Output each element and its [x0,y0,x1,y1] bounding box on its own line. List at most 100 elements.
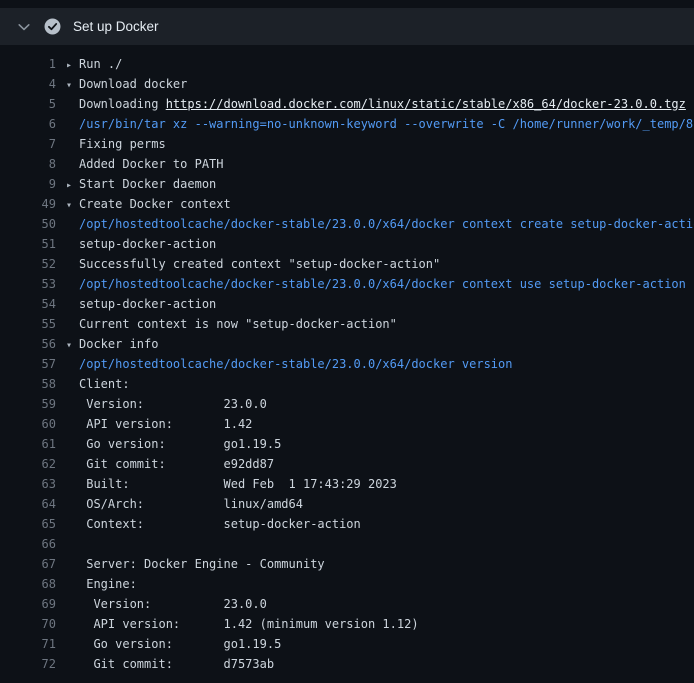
log-line: 69 Version: 23.0.0 [8,594,694,614]
log-line: 7 Fixing perms [8,134,694,154]
line-content: Git commit: e92dd87 [66,454,694,474]
log-text: setup-docker-action [79,237,216,251]
group-chevron-expanded-icon[interactable]: ▾ [66,336,79,354]
line-number[interactable]: 5 [8,94,56,114]
line-number[interactable]: 7 [8,134,56,154]
line-number[interactable]: 67 [8,554,56,574]
log-group-line[interactable]: 1 ▸Run ./ [8,54,694,74]
line-content: Successfully created context "setup-dock… [66,254,694,274]
line-content: Version: 23.0.0 [66,594,694,614]
line-content: Server: Docker Engine - Community [66,554,694,574]
line-content: Go version: go1.19.5 [66,634,694,654]
log-text: Added Docker to PATH [79,157,224,171]
log-text: Downloading [79,97,166,111]
step-header[interactable]: Set up Docker [0,8,694,45]
line-content: Added Docker to PATH [66,154,694,174]
line-number[interactable]: 56 [8,334,56,354]
group-chevron-expanded-icon[interactable]: ▾ [66,196,79,214]
line-number[interactable]: 54 [8,294,56,314]
line-content [66,534,694,554]
log-text: Version: 23.0.0 [79,397,267,411]
log-line: 52 Successfully created context "setup-do… [8,254,694,274]
chevron-down-icon[interactable] [16,19,32,35]
line-number[interactable]: 62 [8,454,56,474]
line-number[interactable]: 57 [8,354,56,374]
line-number[interactable]: 66 [8,534,56,554]
log-line: 8 Added Docker to PATH [8,154,694,174]
log-group-line[interactable]: 56 ▾Docker info [8,334,694,354]
log-text: Run ./ [79,57,122,71]
line-number[interactable]: 64 [8,494,56,514]
line-content: API version: 1.42 (minimum version 1.12) [66,614,694,634]
step-title: Set up Docker [73,19,159,34]
line-number[interactable]: 63 [8,474,56,494]
log-line: 61 Go version: go1.19.5 [8,434,694,454]
line-number[interactable]: 51 [8,234,56,254]
log-line: 59 Version: 23.0.0 [8,394,694,414]
command-text: /opt/hostedtoolcache/docker-stable/23.0.… [79,217,694,231]
log-line: 58 Client: [8,374,694,394]
line-number[interactable]: 52 [8,254,56,274]
log-line: 50/opt/hostedtoolcache/docker-stable/23.… [8,214,694,234]
line-number[interactable]: 1 [8,54,56,74]
log-line: 53/opt/hostedtoolcache/docker-stable/23.… [8,274,694,294]
line-content: /usr/bin/tar xz --warning=no-unknown-key… [66,114,694,134]
log-text: OS/Arch: linux/amd64 [79,497,303,511]
log-group-line[interactable]: 49 ▾Create Docker context [8,194,694,214]
log-line: 65 Context: setup-docker-action [8,514,694,534]
group-chevron-collapsed-icon[interactable]: ▸ [66,56,79,74]
line-number[interactable]: 9 [8,174,56,194]
line-number[interactable]: 69 [8,594,56,614]
line-number[interactable]: 65 [8,514,56,534]
log-text: Go version: go1.19.5 [79,637,281,651]
line-content: Fixing perms [66,134,694,154]
command-text: /opt/hostedtoolcache/docker-stable/23.0.… [79,277,686,291]
log-text: Create Docker context [79,197,231,211]
line-number[interactable]: 70 [8,614,56,634]
line-number[interactable]: 68 [8,574,56,594]
line-number[interactable]: 60 [8,414,56,434]
line-content: /opt/hostedtoolcache/docker-stable/23.0.… [66,274,694,294]
log-url-link[interactable]: https://download.docker.com/linux/static… [166,97,686,111]
line-content: Built: Wed Feb 1 17:43:29 2023 [66,474,694,494]
line-number[interactable]: 4 [8,74,56,94]
line-content: ▾Download docker [66,74,694,94]
line-number[interactable]: 49 [8,194,56,214]
line-content: setup-docker-action [66,294,694,314]
line-content: Go version: go1.19.5 [66,434,694,454]
line-content: API version: 1.42 [66,414,694,434]
line-content: /opt/hostedtoolcache/docker-stable/23.0.… [66,354,694,374]
line-number[interactable]: 72 [8,654,56,674]
log-line: 54 setup-docker-action [8,294,694,314]
log-text: API version: 1.42 [79,417,252,431]
log-text: Version: 23.0.0 [79,597,267,611]
log-line: 57/opt/hostedtoolcache/docker-stable/23.… [8,354,694,374]
line-number[interactable]: 53 [8,274,56,294]
line-number[interactable]: 50 [8,214,56,234]
check-circle-icon [44,18,61,35]
log-line: 60 API version: 1.42 [8,414,694,434]
log-line: 67 Server: Docker Engine - Community [8,554,694,574]
log-text: Client: [79,377,130,391]
log-text: Docker info [79,337,158,351]
group-chevron-expanded-icon[interactable]: ▾ [66,76,79,94]
line-number[interactable]: 59 [8,394,56,414]
log-text: Server: Docker Engine - Community [79,557,325,571]
log-text: Fixing perms [79,137,166,151]
line-number[interactable]: 61 [8,434,56,454]
log-text: Successfully created context "setup-dock… [79,257,440,271]
log-text: Start Docker daemon [79,177,216,191]
line-number[interactable]: 58 [8,374,56,394]
log-text: Download docker [79,77,187,91]
line-number[interactable]: 55 [8,314,56,334]
group-chevron-collapsed-icon[interactable]: ▸ [66,176,79,194]
line-number[interactable]: 6 [8,114,56,134]
command-text: /usr/bin/tar xz --warning=no-unknown-key… [79,117,694,131]
line-content: ▾Docker info [66,334,694,354]
log-container: 1▸Run ./4▾Download docker5Downloading ht… [0,45,694,680]
line-number[interactable]: 71 [8,634,56,654]
log-group-line[interactable]: 9 ▸Start Docker daemon [8,174,694,194]
line-number[interactable]: 8 [8,154,56,174]
log-text: Git commit: e92dd87 [79,457,274,471]
log-group-line[interactable]: 4 ▾Download docker [8,74,694,94]
